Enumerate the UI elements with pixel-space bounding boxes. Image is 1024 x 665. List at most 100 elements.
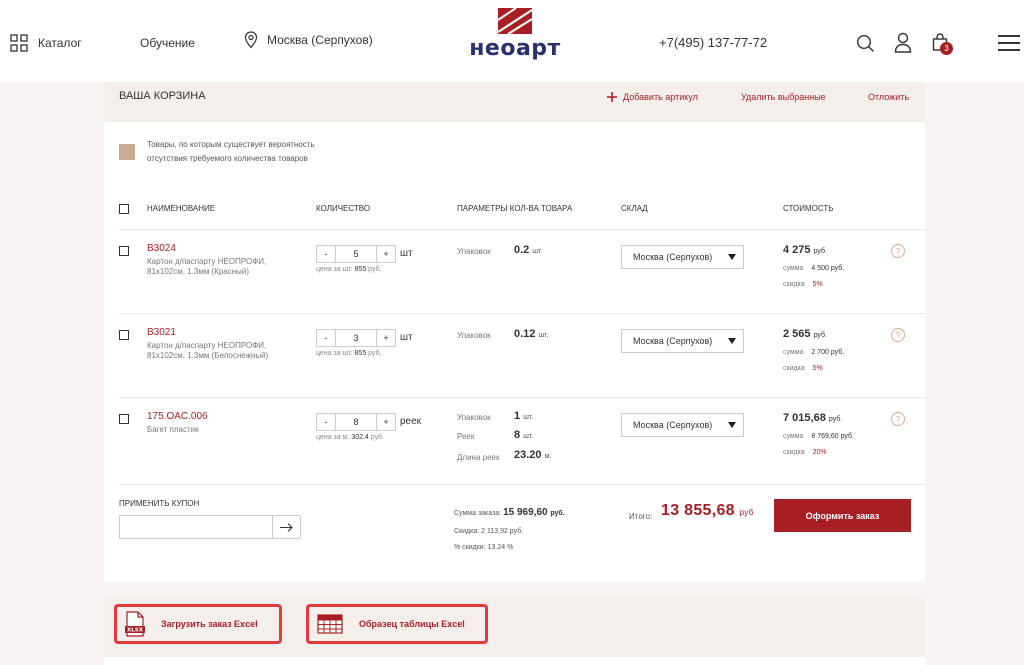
discount-label: скидка xyxy=(783,365,805,372)
upload-excel-button[interactable]: XLSX Загрузить заказ Excel xyxy=(114,604,282,644)
param-number: 1 xyxy=(514,410,521,422)
decrease-button[interactable]: - xyxy=(317,246,335,262)
next-section xyxy=(104,657,925,665)
item-sku[interactable]: 175.OAC.006 xyxy=(147,411,208,422)
phone-number: +7(495) 137-77-72 xyxy=(659,35,768,50)
cost-value: 7 015,68 xyxy=(783,412,826,424)
learning-label: Обучение xyxy=(140,36,195,50)
catalog-menu[interactable]: Каталог xyxy=(10,34,82,52)
stock-select[interactable]: Москва (Серпухов) xyxy=(621,413,744,437)
excel-bar: XLSX Загрузить заказ Excel Образец табли… xyxy=(104,598,925,665)
discount-pct-label: % скидки: xyxy=(454,544,486,551)
help-icon[interactable]: ? xyxy=(891,328,905,342)
cart-button[interactable]: 3 xyxy=(932,33,953,55)
col-stock: СКЛАД xyxy=(621,204,648,213)
main-menu-button[interactable] xyxy=(998,34,1020,52)
param-label: Упаковок xyxy=(457,247,491,256)
cost-unit: руб. xyxy=(813,332,827,339)
stock-value: Москва (Серпухов) xyxy=(633,420,713,430)
divider xyxy=(119,484,925,485)
quantity-stepper: - 8 + xyxy=(316,413,396,431)
sum-label: сумма xyxy=(783,265,804,272)
discount-value: 5% xyxy=(812,281,823,288)
phone-link[interactable]: +7(495) 137-77-72 xyxy=(659,35,767,50)
price-unit: руб. xyxy=(368,350,382,357)
increase-button[interactable]: + xyxy=(377,330,395,346)
price-value: 855 xyxy=(354,266,367,273)
price-label: цена за шт. xyxy=(316,266,353,273)
brand-logo[interactable]: неоарт xyxy=(462,8,568,62)
order-sum-value: 15 969,60 xyxy=(503,507,548,518)
stock-value: Москва (Серпухов) xyxy=(633,252,713,262)
price-unit: руб. xyxy=(368,266,382,273)
apply-coupon-button[interactable] xyxy=(273,515,301,539)
sum-label: сумма xyxy=(783,433,804,440)
item-cost: 2 565 руб. xyxy=(783,328,827,340)
sum-value: 4 500 руб. xyxy=(811,265,845,272)
xlsx-file-icon: XLSX xyxy=(125,611,145,637)
cart-title-bar: ВАША КОРЗИНА Добавить артикул Удалить вы… xyxy=(104,82,925,122)
help-icon[interactable]: ? xyxy=(891,412,905,426)
legend-text: Товары, по которым существует вероятност… xyxy=(147,140,315,163)
param-unit: шт. xyxy=(523,414,534,421)
param-unit: шт. xyxy=(538,332,549,339)
postpone-button[interactable]: Отложить xyxy=(868,92,909,102)
item-checkbox[interactable] xyxy=(119,414,129,424)
coupon-label: ПРИМЕНИТЬ КУПОН xyxy=(119,499,200,508)
item-sku[interactable]: B3021 xyxy=(147,327,176,338)
item-cost: 7 015,68 руб. xyxy=(783,412,842,424)
xlsx-label: XLSX xyxy=(127,628,144,634)
price-label: цена за шт. xyxy=(316,350,353,357)
item-sku[interactable]: B3024 xyxy=(147,243,176,254)
col-cost: СТОИМОСТЬ xyxy=(783,204,834,213)
item-unit: шт xyxy=(400,248,413,259)
divider xyxy=(119,397,925,398)
quantity-input[interactable]: 3 xyxy=(335,330,377,346)
legend-swatch xyxy=(119,144,135,160)
price-value: 855 xyxy=(354,350,367,357)
decrease-button[interactable]: - xyxy=(317,414,335,430)
excel-sample-button[interactable]: Образец таблицы Excel xyxy=(306,604,488,644)
param-value: 0.2 шт. xyxy=(514,244,542,256)
user-icon xyxy=(894,32,912,53)
stock-select[interactable]: Москва (Серпухов) xyxy=(621,245,744,269)
cart-count-badge: 3 xyxy=(940,42,953,55)
decrease-button[interactable]: - xyxy=(317,330,335,346)
checkout-button[interactable]: Оформить заказ xyxy=(774,499,911,532)
divider xyxy=(119,229,925,230)
learning-link[interactable]: Обучение xyxy=(140,36,195,50)
account-button[interactable] xyxy=(893,32,913,53)
add-article-button[interactable]: Добавить артикул xyxy=(607,92,698,102)
increase-button[interactable]: + xyxy=(377,246,395,262)
item-checkbox[interactable] xyxy=(119,246,129,256)
quantity-input[interactable]: 5 xyxy=(335,246,377,262)
dropdown-arrow-icon xyxy=(728,338,736,344)
order-sum-label: Сумма заказа: xyxy=(454,510,502,517)
param-number: 8 xyxy=(514,429,521,441)
spreadsheet-icon xyxy=(317,614,343,634)
stock-value: Москва (Серпухов) xyxy=(633,336,713,346)
increase-button[interactable]: + xyxy=(377,414,395,430)
col-params: ПАРАМЕТРЫ КОЛ-ВА ТОВАРА xyxy=(457,204,573,213)
help-icon[interactable]: ? xyxy=(891,244,905,258)
plus-icon xyxy=(607,92,617,102)
stock-select[interactable]: Москва (Серпухов) xyxy=(621,329,744,353)
coupon-input[interactable] xyxy=(119,515,273,539)
excel-sample-label: Образец таблицы Excel xyxy=(359,619,465,629)
catalog-label: Каталог xyxy=(38,36,82,50)
param-label: Упаковок xyxy=(457,413,491,422)
delete-selected-button[interactable]: Удалить выбранные xyxy=(741,92,826,102)
item-price: цена за м. 302.4 руб. xyxy=(316,434,384,441)
search-button[interactable] xyxy=(855,33,875,53)
param-value: 0.12 шт. xyxy=(514,328,548,340)
discount-pct-value: 13.24 % xyxy=(487,544,514,551)
item-sum: сумма 8 769,60 руб. xyxy=(783,433,854,440)
summary-discount-label: Скидка: xyxy=(454,528,480,535)
param-unit: м. xyxy=(544,453,552,460)
item-discount: скидка 5% xyxy=(783,365,823,372)
quantity-input[interactable]: 8 xyxy=(335,414,377,430)
select-all-checkbox[interactable] xyxy=(119,204,129,214)
city-selector[interactable]: Москва (Серпухов) xyxy=(244,31,373,49)
upload-excel-label: Загрузить заказ Excel xyxy=(161,619,258,629)
item-checkbox[interactable] xyxy=(119,330,129,340)
